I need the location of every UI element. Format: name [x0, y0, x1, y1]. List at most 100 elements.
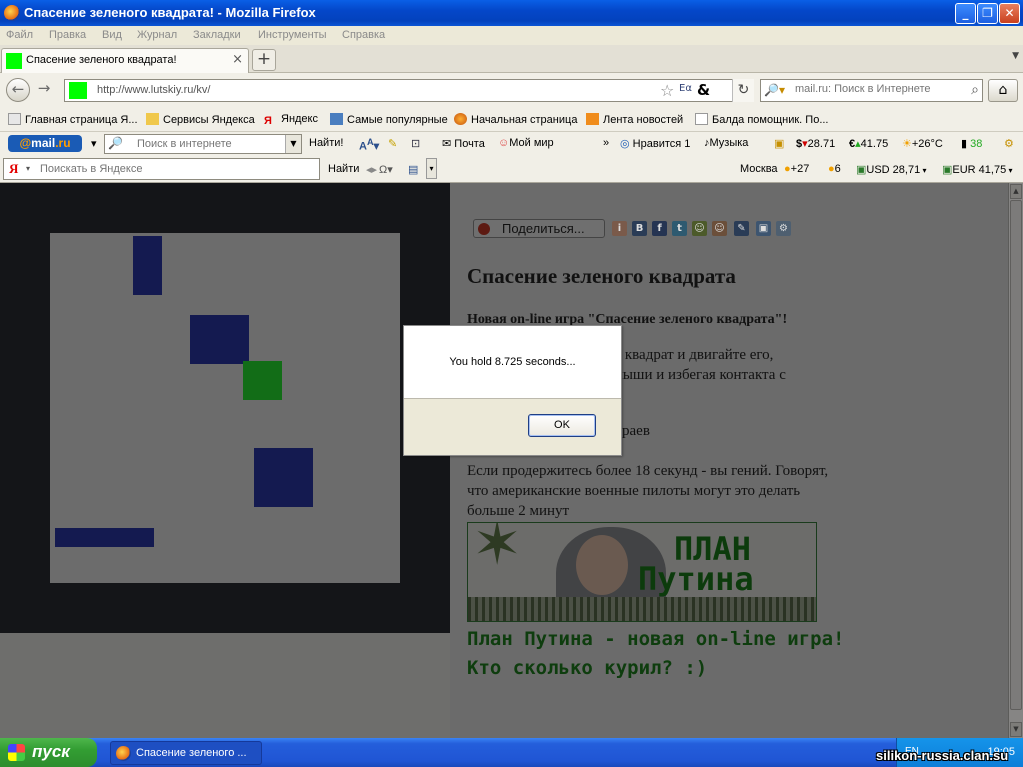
- blogger-icon[interactable]: ▣: [756, 221, 771, 236]
- menu-bookmarks[interactable]: Закладки: [193, 29, 241, 41]
- green-square-player[interactable]: [243, 361, 282, 400]
- author-line: раев: [622, 423, 650, 439]
- ok-button[interactable]: OK: [528, 414, 596, 437]
- more-chevron-icon[interactable]: »: [603, 137, 609, 149]
- site-identity-icon[interactable]: [69, 82, 87, 99]
- dropdown-arrow-icon[interactable]: ▼: [285, 135, 301, 153]
- facebook-icon[interactable]: f: [652, 221, 667, 236]
- settings-gear-icon[interactable]: ⚙: [1004, 137, 1014, 150]
- rss-icon: [586, 113, 599, 125]
- back-button[interactable]: ←: [6, 78, 30, 102]
- weather-widget[interactable]: ☀+26°C: [902, 137, 943, 150]
- yandex-weather[interactable]: ●+27: [784, 163, 809, 175]
- bookmark-item[interactable]: Самые популярные: [330, 113, 448, 126]
- dropdown-arrow-icon[interactable]: ▾: [26, 164, 30, 173]
- bookmark-item[interactable]: Главная страница Я...: [8, 113, 138, 126]
- forward-button[interactable]: →: [32, 78, 56, 102]
- tab-close-icon[interactable]: ×: [232, 52, 243, 67]
- putin-plan-banner[interactable]: ✶ ПЛАН Путина: [467, 522, 817, 622]
- scroll-down-arrow-icon[interactable]: ▼: [1010, 722, 1022, 737]
- yandex-eur[interactable]: ▣EUR 41,75 ▾: [942, 163, 1012, 176]
- translate-icon[interactable]: Eα: [679, 83, 692, 94]
- page-tools-icon[interactable]: ▤: [408, 163, 418, 176]
- share-button[interactable]: Поделиться...: [473, 219, 605, 238]
- yandex-search-input[interactable]: [40, 163, 300, 175]
- like-button[interactable]: ◎ Нравится 1: [620, 137, 690, 150]
- translate-icon[interactable]: Ω▾: [379, 163, 393, 176]
- yandex-traffic[interactable]: ●6: [828, 163, 841, 175]
- search-box[interactable]: 🔎▾ ⌕: [760, 79, 983, 102]
- yandex-usd[interactable]: ▣USD 28,71 ▾: [856, 163, 926, 176]
- promo-link[interactable]: План Путина - новая on-line игра!: [467, 628, 845, 650]
- reload-button[interactable]: ↻: [732, 79, 754, 102]
- tab-active[interactable]: Спасение зеленого квадрата! ×: [1, 48, 249, 73]
- font-size-icon[interactable]: AA▾: [359, 137, 379, 153]
- mailru-logo[interactable]: @mail.ru: [8, 135, 82, 152]
- more-services-icon[interactable]: ⚙: [776, 221, 791, 236]
- vkontakte-icon[interactable]: B: [632, 221, 647, 236]
- chart-icon: ▣: [942, 164, 953, 176]
- vertical-scrollbar[interactable]: ▲ ▼: [1008, 183, 1023, 738]
- yandex-icon: Я: [264, 115, 272, 127]
- highlight-icon[interactable]: ✎: [388, 137, 397, 150]
- start-button[interactable]: пуск: [0, 738, 97, 767]
- usd-rate[interactable]: $▾28.71: [796, 137, 835, 150]
- bookmark-item[interactable]: Я Яндекс: [264, 113, 318, 127]
- minimize-button[interactable]: _: [955, 3, 976, 24]
- window-titlebar[interactable]: Спасение зеленого квадрата! - Mozilla Fi…: [0, 0, 1023, 26]
- mailru-search-box[interactable]: 🔎 ▼: [104, 134, 302, 154]
- moimir-icon[interactable]: ☺: [712, 221, 727, 236]
- menu-edit[interactable]: Правка: [49, 29, 86, 41]
- menu-file[interactable]: Файл: [6, 29, 33, 41]
- new-tab-button[interactable]: +: [252, 49, 276, 71]
- home-button[interactable]: ⌂: [988, 79, 1018, 102]
- yandex-toolbar: Я ▾ Найти ◂▸ Ω▾ ▤ ▾ Москва ●+27 ●6 ▣USD …: [0, 156, 1023, 183]
- games-icon[interactable]: ▣: [774, 137, 784, 150]
- search-engine-icon[interactable]: 🔎▾: [764, 83, 785, 97]
- yandex-find-button[interactable]: Найти: [328, 163, 359, 175]
- menu-history[interactable]: Журнал: [137, 29, 177, 41]
- mailru-find-button[interactable]: Найти!: [309, 137, 343, 149]
- city-label[interactable]: Москва: [740, 163, 778, 175]
- yandex-search-box[interactable]: Я ▾: [3, 158, 320, 180]
- bookmark-item[interactable]: Начальная страница: [454, 113, 577, 126]
- yandex-logo-icon[interactable]: Я: [9, 161, 18, 177]
- twitter-icon[interactable]: t: [672, 221, 687, 236]
- page-tools-dropdown[interactable]: ▾: [426, 158, 437, 179]
- mail-link[interactable]: ✉ Почта: [442, 137, 485, 150]
- bookmark-item[interactable]: Сервисы Яндекса: [146, 113, 255, 126]
- odnoklassniki-icon[interactable]: ☺: [692, 221, 707, 236]
- maximize-button[interactable]: ❐: [977, 3, 998, 24]
- like-icon: ◎: [620, 138, 630, 150]
- taskbar-item-firefox[interactable]: Спасение зеленого ...: [110, 741, 262, 765]
- tab-list-arrow-icon[interactable]: ▼: [1012, 51, 1019, 61]
- social-icon[interactable]: i: [612, 221, 627, 236]
- close-button[interactable]: ✕: [999, 3, 1020, 24]
- scroll-thumb[interactable]: [1010, 200, 1022, 710]
- eur-rate[interactable]: €▴41.75: [849, 137, 888, 150]
- menu-tools[interactable]: Инструменты: [258, 29, 327, 41]
- menu-view[interactable]: Вид: [102, 29, 122, 41]
- grass-decoration: [468, 597, 816, 621]
- search-input[interactable]: [795, 83, 955, 95]
- ampersand-icon[interactable]: &: [697, 81, 710, 99]
- bookmark-star-icon[interactable]: ☆: [660, 81, 674, 100]
- game-field[interactable]: [50, 233, 400, 583]
- menu-bar: Файл Правка Вид Журнал Закладки Инструме…: [0, 26, 1023, 45]
- music-link[interactable]: ♪Музыка: [704, 137, 748, 149]
- mailru-menu-arrow-icon[interactable]: ▾: [91, 137, 97, 150]
- mailru-search-input[interactable]: [137, 138, 285, 150]
- promo-link[interactable]: Кто сколько курил? :): [467, 657, 707, 679]
- myworld-link[interactable]: ☺Мой мир: [498, 137, 554, 149]
- zoom-icon[interactable]: ⊡: [411, 137, 420, 150]
- menu-help[interactable]: Справка: [342, 29, 385, 41]
- money-icon: ▣: [856, 164, 867, 176]
- scroll-up-arrow-icon[interactable]: ▲: [1010, 184, 1022, 199]
- traffic-widget[interactable]: ▮ 38: [961, 137, 982, 150]
- navigation-bar: ← → http://www.lutskiy.ru/kv/ ☆ Eα & ↻ 🔎…: [0, 73, 1023, 107]
- livejournal-icon[interactable]: ✎: [734, 221, 749, 236]
- bookmark-item[interactable]: Балда помощник. По...: [695, 113, 829, 126]
- bookmark-item[interactable]: Лента новостей: [586, 113, 683, 126]
- address-bar[interactable]: http://www.lutskiy.ru/kv/ ☆ Eα &: [64, 79, 754, 102]
- search-go-icon[interactable]: ⌕: [971, 82, 979, 98]
